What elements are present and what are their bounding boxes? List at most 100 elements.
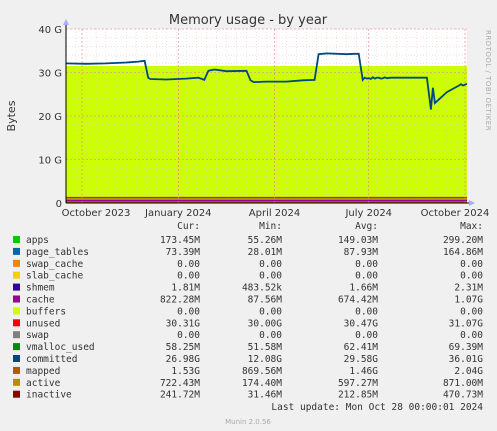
legend-value-cur: 0.00 [177, 330, 200, 341]
legend-series-name: swap [26, 330, 49, 341]
legend-value-cur: 1.53G [171, 366, 200, 377]
legend-header: Max: [460, 221, 483, 232]
legend-swatch [13, 295, 20, 303]
legend-series-name: shmem [26, 283, 55, 294]
legend-value-cur: 722.43M [160, 378, 200, 389]
x-tick-label: April 2024 [249, 208, 300, 219]
legend-value-cur: 173.45M [160, 235, 200, 246]
legend-swatch [13, 236, 20, 243]
legend-swatch [13, 259, 20, 267]
legend-value-avg: 0.00 [355, 330, 378, 341]
legend-value-avg: 0.00 [355, 306, 378, 317]
legend-value-avg: 29.58G [344, 354, 379, 365]
legend-series-name: slab_cache [26, 271, 83, 282]
legend-value-max: 69.39M [449, 342, 484, 353]
legend-header: Cur: [177, 221, 200, 232]
legend-swatch [13, 283, 20, 291]
legend-series-name: committed [26, 354, 77, 365]
legend-value-max: 1.07G [454, 295, 483, 306]
legend-value-max: 2.04G [454, 366, 483, 377]
legend-series-name: inactive [26, 390, 72, 401]
legend-value-cur: 1.81M [171, 283, 200, 294]
legend-value-min: 0.00 [259, 259, 282, 270]
legend-value-max: 299.20M [443, 235, 483, 246]
legend-value-avg: 149.03M [338, 235, 378, 246]
legend-value-min: 869.56M [242, 366, 282, 377]
y-tick-label: 40 G [38, 25, 62, 36]
legend-value-max: 470.73M [443, 390, 483, 401]
legend-header: Avg: [355, 221, 378, 232]
chart-title: Memory usage - by year [169, 13, 328, 28]
legend-value-min: 51.58M [248, 342, 283, 353]
legend-value-max: 0.00 [460, 306, 483, 317]
legend-series-name: buffers [26, 306, 66, 317]
legend-value-min: 30.00G [248, 318, 283, 329]
legend-value-avg: 212.85M [338, 390, 378, 401]
y-axis-arrow [63, 19, 69, 25]
legend-swatch [13, 343, 20, 351]
rrdtool-side-label: RRDTOOL / TOBI OETIKER [484, 30, 492, 131]
legend-value-avg: 62.41M [344, 342, 379, 353]
legend-header: Min: [259, 221, 282, 232]
legend-value-min: 0.00 [259, 271, 282, 282]
legend-value-max: 31.07G [449, 318, 484, 329]
legend-value-avg: 0.00 [355, 271, 378, 282]
legend-series-name: apps [26, 235, 49, 246]
legend-value-avg: 1.46G [349, 366, 378, 377]
x-axis-arrow [469, 200, 475, 206]
legend-series-name: cache [26, 295, 55, 306]
legend-value-avg: 1.66M [349, 283, 378, 294]
legend-value-max: 0.00 [460, 259, 483, 270]
legend-series-name: mapped [26, 366, 60, 377]
legend-value-min: 87.56M [248, 295, 283, 306]
legend-value-cur: 0.00 [177, 306, 200, 317]
legend-value-cur: 0.00 [177, 271, 200, 282]
legend-value-max: 871.00M [443, 378, 483, 389]
plot-area: 010 G20 G30 G40 GOctober 2023 January 202… [38, 19, 489, 219]
legend-swatch [13, 331, 20, 339]
legend-value-min: 55.26M [248, 235, 283, 246]
legend-value-min: 174.40M [242, 378, 282, 389]
y-tick-label: 30 G [38, 69, 62, 80]
y-axis-label: Bytes [5, 100, 18, 131]
x-tick-label: October 2024 [421, 208, 490, 219]
legend-value-cur: 822.28M [160, 295, 200, 306]
legend-value-min: 28.01M [248, 247, 283, 258]
legend-series-name: unused [26, 318, 60, 329]
footer-munin: Munin 2.0.56 [225, 418, 271, 426]
y-tick-label: 20 G [38, 112, 62, 123]
legend-swatch [13, 390, 20, 398]
legend-value-avg: 30.47G [344, 318, 379, 329]
x-tick-label: October 2023 [62, 208, 131, 219]
legend: Cur: Min: Avg: Max: apps 173.45M 55.26M 149.03M… [13, 221, 483, 401]
legend-value-min: 12.08G [248, 354, 283, 365]
legend-swatch [13, 271, 20, 279]
legend-series-name: active [26, 378, 61, 389]
legend-value-cur: 26.98G [166, 354, 201, 365]
legend-value-cur: 30.31G [166, 318, 201, 329]
legend-value-cur: 58.25M [166, 342, 201, 353]
legend-swatch [13, 355, 20, 362]
legend-value-min: 483.52k [242, 283, 282, 294]
legend-series-name: swap_cache [26, 259, 83, 270]
legend-value-cur: 241.72M [160, 390, 200, 401]
legend-series-name: vmalloc_used [26, 342, 95, 353]
legend-value-avg: 87.93M [344, 247, 379, 258]
legend-value-max: 36.01G [449, 354, 484, 365]
legend-value-max: 0.00 [460, 330, 483, 341]
legend-value-min: 0.00 [259, 306, 282, 317]
legend-value-max: 2.31M [454, 283, 483, 294]
legend-value-max: 164.86M [443, 247, 483, 258]
legend-swatch [13, 378, 20, 386]
legend-series-name: page_tables [26, 247, 89, 258]
last-update: Last update: Mon Oct 28 00:00:01 2024 [271, 402, 483, 413]
y-tick-label: 10 G [38, 156, 62, 167]
legend-value-avg: 0.00 [355, 259, 378, 270]
memory-usage-chart: Memory usage - by year RRDTOOL / TOBI OE… [5, 13, 492, 426]
legend-swatch [13, 307, 20, 315]
legend-value-avg: 674.42M [338, 295, 378, 306]
legend-value-avg: 597.27M [338, 378, 378, 389]
legend-value-max: 0.00 [460, 271, 483, 282]
x-tick-label: January 2024 [144, 208, 212, 219]
legend-value-min: 31.46M [248, 390, 283, 401]
